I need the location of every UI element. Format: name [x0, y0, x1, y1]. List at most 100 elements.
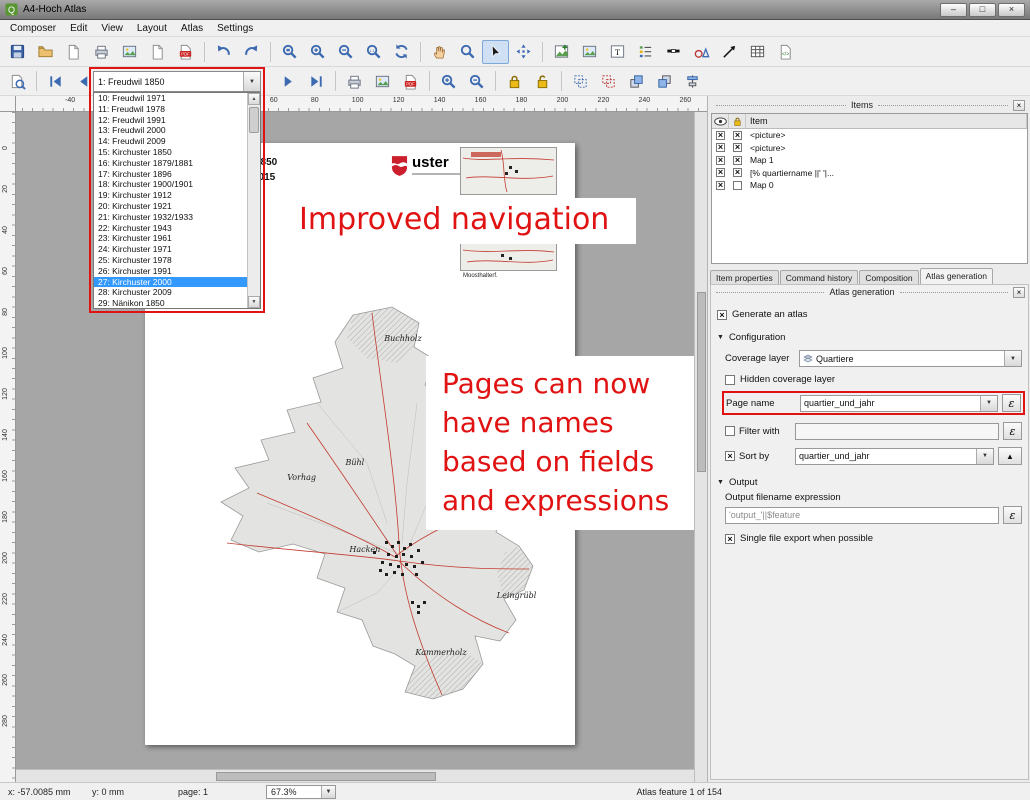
lower-selected-items-button[interactable]: [651, 69, 678, 93]
item-visibility-checkbox[interactable]: ×: [716, 156, 725, 165]
add-image-button[interactable]: [576, 40, 603, 64]
chevron-down-icon[interactable]: ▼: [1004, 351, 1021, 366]
add-label-button[interactable]: T: [604, 40, 631, 64]
add-shape-button[interactable]: [688, 40, 715, 64]
add-arrow-button[interactable]: [716, 40, 743, 64]
redo-button[interactable]: [238, 40, 265, 64]
chevron-down-icon[interactable]: ▼: [321, 786, 335, 798]
atlas-page-option[interactable]: 23: Kirchuster 1961: [94, 233, 248, 244]
generate-atlas-checkbox[interactable]: ×: [717, 310, 727, 320]
lock-selected-items-button[interactable]: [501, 69, 528, 93]
item-lock-checkbox[interactable]: ×: [733, 168, 742, 177]
zoom-out-secondary-button[interactable]: [463, 69, 490, 93]
single-file-export-checkbox[interactable]: ×: [725, 534, 735, 544]
output-group-header[interactable]: ▼ Output: [717, 477, 1022, 488]
atlas-page-option[interactable]: 24: Kirchuster 1971: [94, 244, 248, 255]
zoom-in-button[interactable]: [304, 40, 331, 64]
atlas-page-option[interactable]: 18: Kirchuster 1900/1901: [94, 179, 248, 190]
table-row[interactable]: ×Map 0: [712, 179, 1027, 192]
atlas-page-option[interactable]: 27: Kirchuster 2000: [94, 277, 248, 288]
zoom-in-secondary-button[interactable]: [435, 69, 462, 93]
atlas-page-option[interactable]: 22: Kirchuster 1943: [94, 223, 248, 234]
group-items-button[interactable]: [567, 69, 594, 93]
unlock-all-items-button[interactable]: [529, 69, 556, 93]
items-panel-close-button[interactable]: ×: [1013, 100, 1025, 111]
item-lock-checkbox[interactable]: ×: [733, 156, 742, 165]
print-composition-button[interactable]: [88, 40, 115, 64]
pan-composer-button[interactable]: [426, 40, 453, 64]
add-html-frame-button[interactable]: </>: [772, 40, 799, 64]
ungroup-items-button[interactable]: [595, 69, 622, 93]
atlas-page-option[interactable]: 10: Freudwil 1971: [94, 93, 248, 104]
tab-atlas-generation[interactable]: Atlas generation: [920, 268, 993, 284]
save-project-button[interactable]: [4, 40, 31, 64]
add-scalebar-button[interactable]: [660, 40, 687, 64]
item-lock-checkbox[interactable]: ×: [733, 131, 742, 140]
atlas-page-option[interactable]: 16: Kirchuster 1879/1881: [94, 158, 248, 169]
atlas-page-option[interactable]: 19: Kirchuster 1912: [94, 190, 248, 201]
add-attribute-table-button[interactable]: [744, 40, 771, 64]
zoom-out-button[interactable]: [332, 40, 359, 64]
zoom-full-button[interactable]: [276, 40, 303, 64]
menu-layout[interactable]: Layout: [130, 22, 174, 35]
zoom-actual-size-button[interactable]: 1:1: [360, 40, 387, 64]
move-item-content-button[interactable]: [510, 40, 537, 64]
atlas-page-option[interactable]: 21: Kirchuster 1932/1933: [94, 212, 248, 223]
canvas-horizontal-scrollbar[interactable]: [16, 769, 694, 782]
select-move-item-button[interactable]: [482, 40, 509, 64]
item-visibility-checkbox[interactable]: ×: [716, 168, 725, 177]
atlas-panel-close-button[interactable]: ×: [1013, 287, 1025, 298]
menu-view[interactable]: View: [94, 22, 130, 35]
preview-atlas-button[interactable]: [4, 69, 31, 93]
atlas-page-option[interactable]: 26: Kirchuster 1991: [94, 266, 248, 277]
menu-edit[interactable]: Edit: [63, 22, 94, 35]
tab-item-properties[interactable]: Item properties: [710, 270, 779, 284]
menu-settings[interactable]: Settings: [210, 22, 260, 35]
scroll-up-icon[interactable]: ▲: [248, 93, 260, 105]
print-atlas-button[interactable]: [341, 69, 368, 93]
coverage-layer-combobox[interactable]: Quartiere ▼: [799, 350, 1022, 367]
atlas-page-option[interactable]: 11: Freudwil 1978: [94, 104, 248, 115]
add-legend-button[interactable]: [632, 40, 659, 64]
align-items-button[interactable]: [679, 69, 706, 93]
sort-by-combobox[interactable]: quartier_und_jahr ▼: [795, 448, 994, 465]
menu-composer[interactable]: Composer: [3, 22, 63, 35]
chevron-down-icon[interactable]: ▼: [976, 449, 993, 464]
export-as-image-button[interactable]: [116, 40, 143, 64]
chevron-down-icon[interactable]: ▼: [243, 72, 260, 91]
output-filename-input[interactable]: 'output_'||$feature: [725, 507, 999, 524]
item-lock-checkbox[interactable]: [733, 181, 742, 190]
page-name-combobox[interactable]: quartier_und_jahr ▼: [800, 395, 998, 412]
export-as-svg-button[interactable]: [144, 40, 171, 64]
export-atlas-as-images-button[interactable]: [369, 69, 396, 93]
refresh-view-button[interactable]: [388, 40, 415, 64]
sort-direction-button[interactable]: ▲: [998, 447, 1022, 465]
atlas-page-combobox[interactable]: 1: Freudwil 1850 ▼: [93, 71, 261, 92]
chevron-down-icon[interactable]: ▼: [980, 396, 997, 411]
item-visibility-checkbox[interactable]: ×: [716, 131, 725, 140]
open-template-button[interactable]: [32, 40, 59, 64]
table-row[interactable]: ××<picture>: [712, 142, 1027, 155]
atlas-page-option[interactable]: 17: Kirchuster 1896: [94, 169, 248, 180]
page-name-expression-button[interactable]: ε: [1002, 394, 1021, 412]
filter-expression-input[interactable]: [795, 423, 999, 440]
hidden-coverage-layer-checkbox[interactable]: [725, 375, 735, 385]
filter-with-checkbox[interactable]: [725, 426, 735, 436]
close-button[interactable]: ×: [998, 3, 1025, 17]
sort-by-checkbox[interactable]: ×: [725, 451, 735, 461]
item-lock-checkbox[interactable]: ×: [733, 143, 742, 152]
table-row[interactable]: ××<picture>: [712, 129, 1027, 142]
tab-composition[interactable]: Composition: [859, 270, 918, 284]
atlas-page-option[interactable]: 28: Kirchuster 2009: [94, 287, 248, 298]
filter-expression-button[interactable]: ε: [1003, 422, 1022, 440]
configuration-group-header[interactable]: ▼ Configuration: [717, 332, 1022, 343]
dropdown-scrollbar[interactable]: ▲ ▼: [247, 93, 260, 308]
undo-button[interactable]: [210, 40, 237, 64]
scroll-down-icon[interactable]: ▼: [248, 296, 260, 308]
atlas-page-option[interactable]: 14: Freudwil 2009: [94, 136, 248, 147]
minimize-button[interactable]: –: [940, 3, 967, 17]
atlas-page-option[interactable]: 15: Kirchuster 1850: [94, 147, 248, 158]
atlas-page-option[interactable]: 13: Freudwil 2000: [94, 125, 248, 136]
zoom-tool-button[interactable]: [454, 40, 481, 64]
save-as-template-button[interactable]: [60, 40, 87, 64]
